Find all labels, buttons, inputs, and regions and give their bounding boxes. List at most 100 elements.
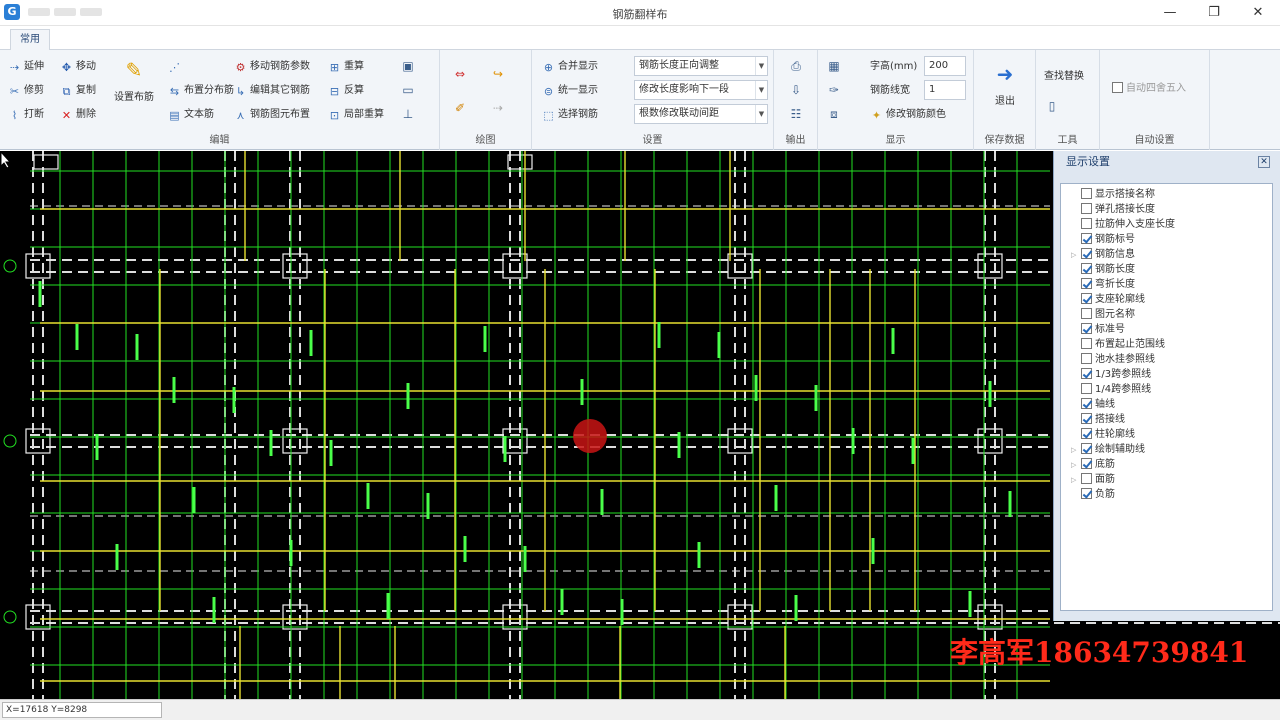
partial-recalc-button[interactable]: ⊡ 局部重算 xyxy=(328,106,384,124)
display-option[interactable]: 弹孔搭接长度 xyxy=(1071,203,1155,218)
display-option[interactable]: 拉筋伸入支座长度 xyxy=(1071,218,1175,233)
checkbox[interactable] xyxy=(1081,278,1092,289)
display-option[interactable]: 图元名称 xyxy=(1071,308,1135,323)
checkbox[interactable] xyxy=(1081,368,1092,379)
axis-marker xyxy=(3,434,17,448)
layer-icon[interactable]: ▦ xyxy=(826,58,842,74)
text-rebar-button[interactable]: ▤ 文本筋 xyxy=(168,106,214,124)
panel-icon[interactable]: ▭ xyxy=(400,82,416,98)
exit-button[interactable]: ➜ 退出 xyxy=(984,60,1026,107)
align-icon[interactable]: ⊥ xyxy=(400,106,416,122)
find-replace-button[interactable]: 查找替换 xyxy=(1044,68,1084,86)
modify-spacing-select[interactable]: 根数修改联动间距 ▼ xyxy=(634,104,768,124)
unify-display-button[interactable]: ⊜ 统一显示 xyxy=(542,82,598,100)
display-option[interactable]: ▷ 底筋 xyxy=(1071,458,1115,473)
checkbox[interactable] xyxy=(1081,293,1092,304)
move-rebar-params-button[interactable]: ⚙ 移动钢筋参数 xyxy=(234,58,310,76)
dist-rebar-icon-button[interactable]: ⋰ xyxy=(168,58,184,76)
checkbox[interactable] xyxy=(1081,488,1092,499)
checkbox[interactable] xyxy=(1081,383,1092,394)
report-icon[interactable]: ☷ xyxy=(788,106,804,122)
checkbox[interactable] xyxy=(1081,233,1092,244)
extend-label: 延伸 xyxy=(24,61,44,72)
maximize-button[interactable]: ❐ xyxy=(1192,0,1236,26)
brush-icon[interactable]: ✐ xyxy=(452,100,468,116)
modify-length-select[interactable]: 修改长度影响下一段 ▼ xyxy=(634,80,768,100)
display-option[interactable]: ▷ 钢筋信息 xyxy=(1071,248,1135,263)
checkbox[interactable] xyxy=(1081,338,1092,349)
window-title: 钢筋翻样布 xyxy=(612,8,668,21)
expand-arrow-icon[interactable]: ▷ xyxy=(1071,443,1081,457)
auto-round-checkbox[interactable]: 自动四舍五入 xyxy=(1112,80,1186,98)
expand-arrow-icon[interactable]: ▷ xyxy=(1071,473,1081,487)
display-option[interactable]: 布置起止范围线 xyxy=(1071,338,1165,353)
move-button[interactable]: ✥ 移动 xyxy=(60,58,96,76)
edit-other-rebar-button[interactable]: ↳ 编辑其它钢筋 xyxy=(234,82,310,100)
curve-icon[interactable]: ↪ xyxy=(490,66,506,82)
display-option[interactable]: 轴线 xyxy=(1071,398,1115,413)
copy-button[interactable]: ⧉ 复制 xyxy=(60,82,96,100)
display-option[interactable]: 支座轮廓线 xyxy=(1071,293,1145,308)
merge-display-button[interactable]: ⊕ 合并显示 xyxy=(542,58,598,76)
trim-button[interactable]: ✂ 修剪 xyxy=(8,82,44,100)
checkbox[interactable] xyxy=(1081,428,1092,439)
checkbox[interactable] xyxy=(1081,398,1092,409)
display-option-label: 底筋 xyxy=(1095,459,1115,470)
display-option[interactable]: ▷ 绘制辅助线 xyxy=(1071,443,1145,458)
lay-dist-rebar-button[interactable]: ⇆ 布置分布筋 xyxy=(168,82,234,100)
display-option[interactable]: 柱轮廓线 xyxy=(1071,428,1135,443)
cursor-highlight xyxy=(573,419,607,453)
checkbox[interactable] xyxy=(1081,308,1092,319)
display-option[interactable]: 1/3跨参照线 xyxy=(1071,368,1151,383)
view-icon[interactable]: ⧈ xyxy=(826,106,842,122)
arrows-icon[interactable]: ⇔ xyxy=(452,66,468,82)
print-icon[interactable]: ⎙ xyxy=(788,58,804,74)
expand-arrow-icon[interactable]: ▷ xyxy=(1071,458,1081,472)
checkbox[interactable] xyxy=(1081,203,1092,214)
expand-arrow-icon[interactable]: ▷ xyxy=(1071,248,1081,262)
modify-color-button[interactable]: ✦ 修改钢筋颜色 xyxy=(870,106,946,124)
checkbox[interactable] xyxy=(1081,413,1092,424)
checkbox[interactable] xyxy=(1081,263,1092,274)
display-option[interactable]: 显示搭接名称 xyxy=(1071,188,1155,203)
select-rebar-button[interactable]: ⬚ 选择钢筋 xyxy=(542,106,598,124)
checkbox[interactable] xyxy=(1081,218,1092,229)
checkbox[interactable] xyxy=(1081,248,1092,259)
close-button[interactable]: ✕ xyxy=(1236,0,1280,26)
set-rebar-button[interactable]: ✎ 设置布筋 xyxy=(108,56,160,103)
display-option[interactable]: 池水挂参照线 xyxy=(1071,353,1155,368)
panel-close-button[interactable]: ✕ xyxy=(1258,156,1270,168)
export-icon[interactable]: ⇩ xyxy=(788,82,804,98)
ribbon-group-label: 设置 xyxy=(642,135,663,146)
length-adjust-select[interactable]: 钢筋长度正向调整 ▼ xyxy=(634,56,768,76)
checkbox[interactable] xyxy=(1081,188,1092,199)
display-option[interactable]: 负筋 xyxy=(1071,488,1115,503)
font-height-input[interactable]: 200 xyxy=(924,56,966,76)
recalc-button[interactable]: ⊞ 重算 xyxy=(328,58,364,76)
document-icon[interactable]: ▯ xyxy=(1044,98,1060,114)
display-option[interactable]: 搭接线 xyxy=(1071,413,1125,428)
checkbox[interactable] xyxy=(1081,473,1092,484)
minimize-button[interactable]: — xyxy=(1148,0,1192,26)
chevron-down-icon: ▼ xyxy=(755,81,767,99)
delete-button[interactable]: ✕ 删除 xyxy=(60,106,96,124)
display-option[interactable]: 标准号 xyxy=(1071,323,1125,338)
display-option[interactable]: 钢筋长度 xyxy=(1071,263,1135,278)
display-option[interactable]: 弯折长度 xyxy=(1071,278,1135,293)
display-option[interactable]: 钢筋标号 xyxy=(1071,233,1135,248)
checkbox[interactable] xyxy=(1081,443,1092,454)
checkbox[interactable] xyxy=(1081,353,1092,364)
axis-marker xyxy=(3,259,17,273)
line-width-input[interactable]: 1 xyxy=(924,80,966,100)
display-option[interactable]: 1/4跨参照线 xyxy=(1071,383,1151,398)
break-button[interactable]: ⌇ 打断 xyxy=(8,106,44,124)
tab-common[interactable]: 常用 xyxy=(10,29,50,50)
paint-icon[interactable]: ✑ xyxy=(826,82,842,98)
extend-button[interactable]: ⇢ 延伸 xyxy=(8,58,44,76)
checkbox[interactable] xyxy=(1081,458,1092,469)
image-icon[interactable]: ▣ xyxy=(400,58,416,74)
reverse-calc-button[interactable]: ⊟ 反算 xyxy=(328,82,364,100)
checkbox[interactable] xyxy=(1081,323,1092,334)
display-option[interactable]: ▷ 面筋 xyxy=(1071,473,1115,488)
rebar-figure-edit-button[interactable]: ⋏ 钢筋图元布置 xyxy=(234,106,310,124)
